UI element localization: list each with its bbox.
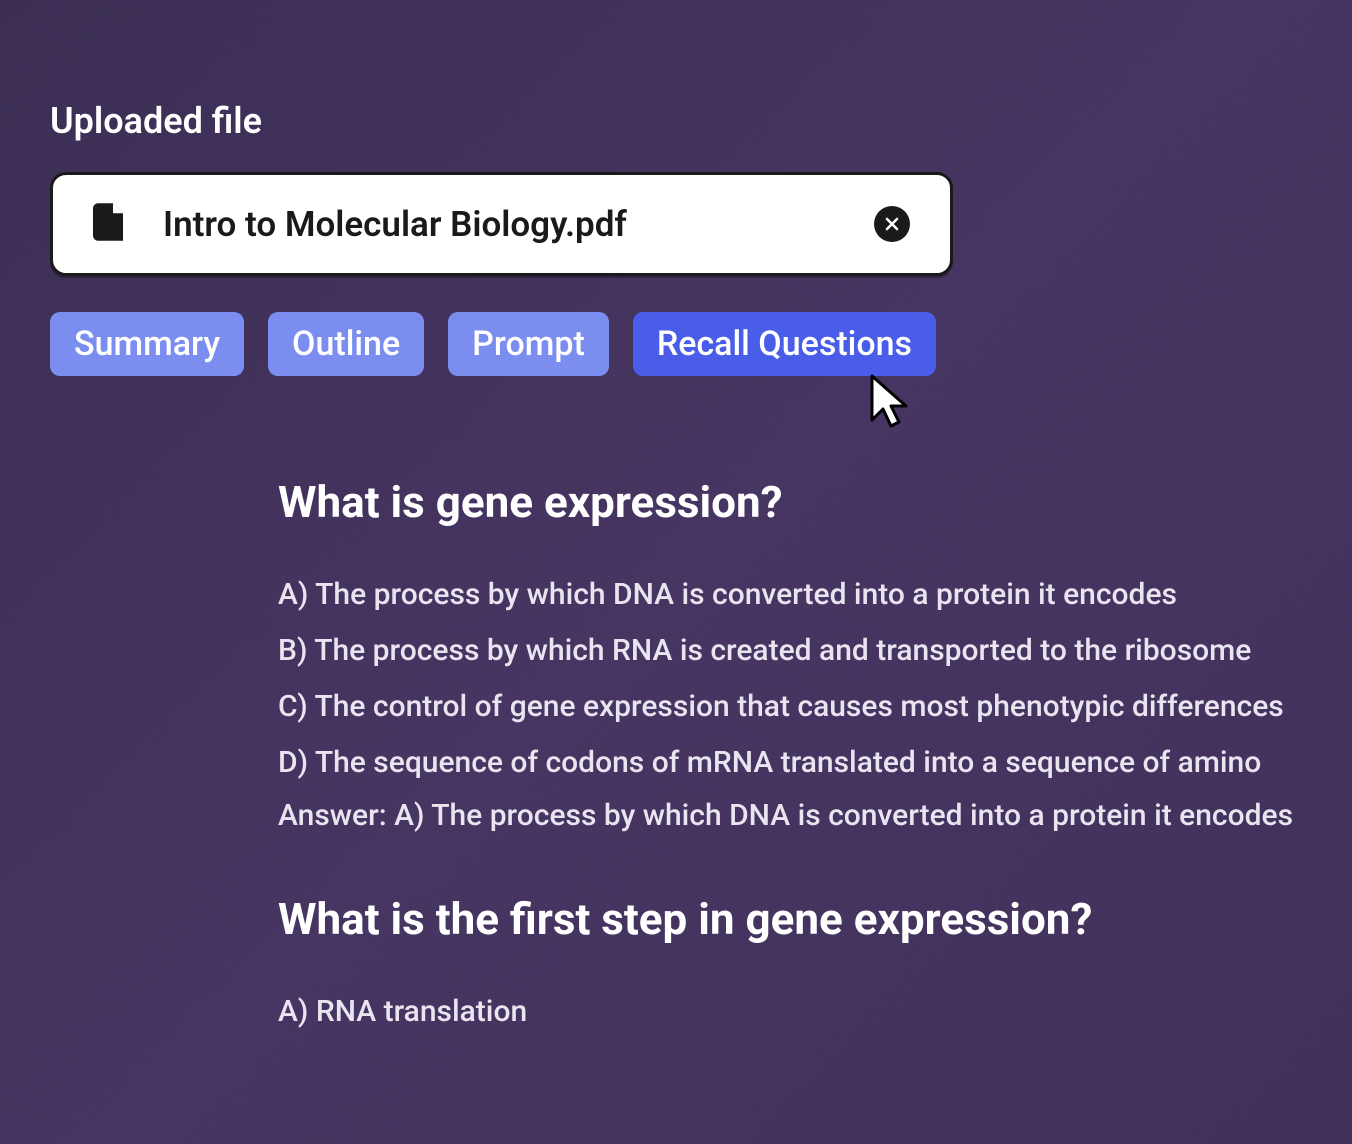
- file-pill: Intro to Molecular Biology.pdf: [50, 172, 953, 276]
- tab-summary[interactable]: Summary: [50, 312, 244, 376]
- question-option: B) The process by which RNA is created a…: [278, 630, 1302, 672]
- remove-file-button[interactable]: [874, 206, 910, 242]
- question-title: What is gene expression?: [278, 476, 1302, 528]
- tab-recall-questions[interactable]: Recall Questions: [633, 312, 936, 376]
- close-icon: [884, 216, 900, 232]
- file-name: Intro to Molecular Biology.pdf: [163, 204, 834, 245]
- uploaded-file-label: Uploaded file: [50, 100, 1302, 142]
- content-area: What is gene expression? A) The process …: [278, 476, 1302, 1033]
- tabs-row: Summary Outline Prompt Recall Questions: [50, 312, 1302, 376]
- question-option: A) RNA translation: [278, 991, 1302, 1033]
- question-title: What is the first step in gene expressio…: [278, 893, 1302, 945]
- file-icon: [93, 203, 123, 245]
- question-option: C) The control of gene expression that c…: [278, 686, 1302, 728]
- question-block: What is gene expression? A) The process …: [278, 476, 1302, 833]
- tab-outline[interactable]: Outline: [268, 312, 424, 376]
- cursor-icon: [868, 372, 912, 432]
- question-answer: Answer: A) The process by which DNA is c…: [278, 798, 1302, 833]
- question-option: D) The sequence of codons of mRNA transl…: [278, 742, 1302, 784]
- tab-prompt[interactable]: Prompt: [448, 312, 609, 376]
- question-option: A) The process by which DNA is converted…: [278, 574, 1302, 616]
- question-block: What is the first step in gene expressio…: [278, 893, 1302, 1033]
